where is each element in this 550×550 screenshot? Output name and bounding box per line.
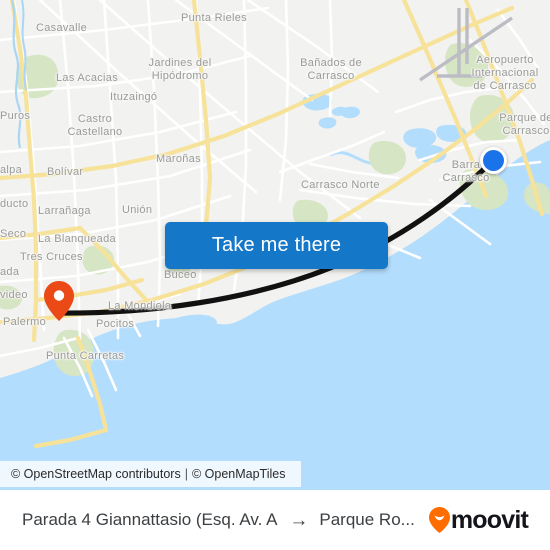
attribution-separator: | [184,467,188,481]
map-canvas[interactable]: Casavalle Punta Rieles Las Acacias Jardi… [0,0,550,490]
trip-footer-bar: Parada 4 Giannattasio (Esq. Av. A La ...… [0,490,550,550]
arrow-right-icon: → [289,509,309,531]
map-attribution: © OpenStreetMap contributors | © OpenMap… [0,461,301,487]
attribution-osm[interactable]: © OpenStreetMap contributors [11,467,181,481]
origin-stop-label: Parada 4 Giannattasio (Esq. Av. A La ... [22,510,280,529]
moovit-trip-map-screen: Casavalle Punta Rieles Las Acacias Jardi… [0,0,550,550]
take-me-there-label: Take me there [211,234,342,256]
origin-pin-icon [44,281,74,321]
destination-stop-label: Parque Ro... [319,510,415,529]
route-summary: Parada 4 Giannattasio (Esq. Av. A La ...… [0,510,415,530]
take-me-there-button[interactable]: Take me there [165,222,388,269]
destination-dot-core [483,150,504,171]
attribution-openmaptiles[interactable]: © OpenMapTiles [192,467,286,481]
moovit-pin-icon [428,507,450,533]
destination-dot-marker[interactable] [480,147,507,174]
origin-pin-hole [53,290,65,301]
moovit-wordmark: moovit [450,505,529,534]
origin-pin-marker[interactable] [44,281,74,321]
moovit-logo[interactable]: moovit [428,505,550,535]
